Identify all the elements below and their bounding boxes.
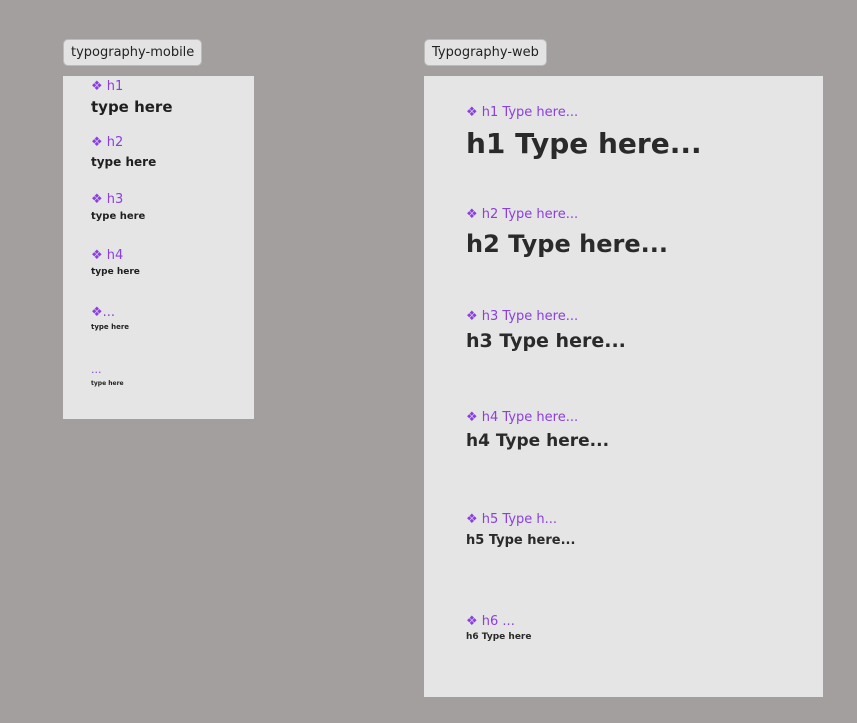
frame-typography-web[interactable]: ❖ h1 Type here... h1 Type here... ❖ h2 T… bbox=[424, 76, 823, 697]
sample-text-web-h5: h5 Type here... bbox=[466, 533, 576, 548]
sample-text-web-h6: h6 Type here bbox=[466, 632, 532, 642]
sample-text-mobile-h3: type here bbox=[91, 211, 146, 222]
component-label-web-h3[interactable]: ❖ h3 Type here... bbox=[466, 310, 578, 323]
sample-text-web-h2: h2 Type here... bbox=[466, 230, 668, 258]
component-label-mobile-h4[interactable]: ❖ h4 bbox=[91, 249, 123, 262]
component-label-web-h6[interactable]: ❖ h6 ... bbox=[466, 615, 515, 628]
component-label-mobile-h2[interactable]: ❖ h2 bbox=[91, 136, 123, 149]
sample-text-web-h1: h1 Type here... bbox=[466, 127, 702, 160]
sample-text-mobile-h6: type here bbox=[91, 380, 124, 387]
sample-text-mobile-h2: type here bbox=[91, 155, 157, 169]
component-label-web-h5[interactable]: ❖ h5 Type h... bbox=[466, 513, 557, 526]
component-label-web-h1[interactable]: ❖ h1 Type here... bbox=[466, 106, 578, 119]
component-label-mobile-h6[interactable]: ... bbox=[91, 364, 102, 375]
sample-text-mobile-h4: type here bbox=[91, 267, 140, 277]
component-label-web-h4[interactable]: ❖ h4 Type here... bbox=[466, 411, 578, 424]
frame-title-typography-mobile[interactable]: typography-mobile bbox=[63, 39, 203, 66]
sample-text-mobile-h1: type here bbox=[91, 98, 173, 116]
component-label-mobile-h3[interactable]: ❖ h3 bbox=[91, 193, 123, 206]
sample-text-web-h3: h3 Type here... bbox=[466, 330, 626, 352]
component-label-web-h2[interactable]: ❖ h2 Type here... bbox=[466, 208, 578, 221]
component-label-mobile-h1[interactable]: ❖ h1 bbox=[91, 80, 123, 93]
component-label-mobile-h5[interactable]: ❖... bbox=[91, 306, 115, 319]
frame-title-typography-web[interactable]: Typography-web bbox=[424, 39, 547, 66]
sample-text-web-h4: h4 Type here... bbox=[466, 431, 610, 451]
sample-text-mobile-h5: type here bbox=[91, 323, 130, 331]
frame-typography-mobile[interactable]: ❖ h1 type here ❖ h2 type here ❖ h3 type … bbox=[63, 76, 254, 419]
